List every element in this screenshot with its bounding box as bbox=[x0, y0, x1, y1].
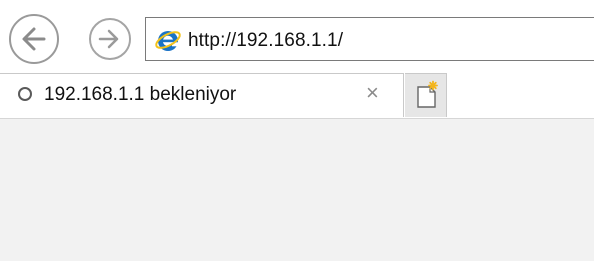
browser-window: http://192.168.1.1/ 192.168.1.1 bekleniy… bbox=[0, 0, 594, 261]
tab-close-button[interactable]: × bbox=[366, 82, 379, 104]
forward-button[interactable] bbox=[88, 17, 132, 61]
internet-explorer-icon bbox=[155, 31, 181, 51]
page-content-area[interactable] bbox=[0, 118, 594, 261]
back-arrow-icon bbox=[9, 14, 59, 64]
new-tab-button[interactable] bbox=[405, 73, 447, 117]
new-tab-icon bbox=[417, 80, 438, 108]
address-bar[interactable]: http://192.168.1.1/ bbox=[145, 17, 594, 61]
forward-arrow-icon bbox=[89, 18, 131, 60]
url-text[interactable]: http://192.168.1.1/ bbox=[188, 30, 343, 52]
tab-title: 192.168.1.1 bekleniyor bbox=[44, 84, 237, 105]
tab-active[interactable]: 192.168.1.1 bekleniyor × bbox=[0, 73, 404, 117]
back-button[interactable] bbox=[8, 13, 60, 65]
tab-bar: 192.168.1.1 bekleniyor × bbox=[0, 69, 594, 117]
navigation-bar: http://192.168.1.1/ bbox=[0, 0, 594, 68]
loading-spinner-icon bbox=[18, 87, 32, 101]
